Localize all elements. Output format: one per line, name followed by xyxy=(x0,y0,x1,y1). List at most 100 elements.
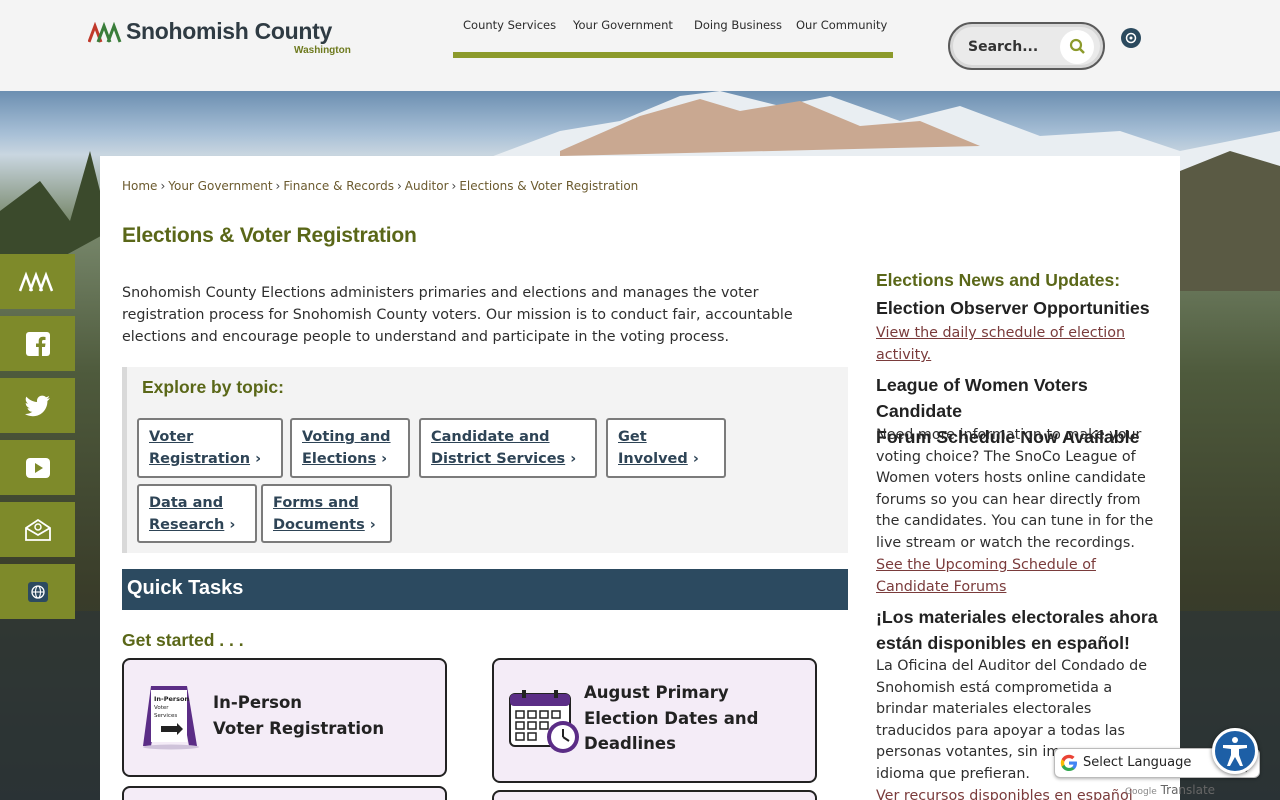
twitter-icon xyxy=(24,395,50,416)
social-home[interactable] xyxy=(0,254,75,309)
news-body: Need more information to make your votin… xyxy=(876,425,1161,555)
logo-subtitle: Washington xyxy=(294,45,351,56)
topic-label: Documents xyxy=(273,517,365,533)
accessibility-button[interactable] xyxy=(1212,728,1258,774)
topic-label: Voter xyxy=(149,429,194,445)
news-link-line: See the Upcoming Schedule of xyxy=(876,557,1096,573)
news-body-line: Need more information to make your xyxy=(876,427,1142,443)
site-header: Snohomish County Washington County Servi… xyxy=(0,0,1280,91)
news-body-line: idioma que prefieran. xyxy=(876,765,1030,782)
topic-label: Elections xyxy=(302,451,377,467)
news-body-line: Snohomish está comprometida a xyxy=(876,679,1113,696)
search-button[interactable] xyxy=(1060,30,1094,64)
intro-text: Snohomish County Elections administers p… xyxy=(122,285,793,345)
social-language[interactable] xyxy=(0,564,75,619)
nav-doing-business[interactable]: Doing Business xyxy=(694,18,782,32)
news-body-line: personas votantes, sin im xyxy=(876,744,1061,761)
breadcrumb-auditor[interactable]: Auditor xyxy=(405,179,449,193)
social-youtube[interactable] xyxy=(0,440,75,495)
svg-text:Voter: Voter xyxy=(154,705,169,711)
topic-voting-elections[interactable]: Voting and Elections › xyxy=(290,418,410,478)
explore-by-topic: Explore by topic: Voter Registration › V… xyxy=(122,367,848,553)
quick-tasks-header: Quick Tasks xyxy=(122,569,848,610)
get-started-label: Get started . . . xyxy=(122,630,244,650)
topic-label: Forms and xyxy=(273,495,359,511)
page-title: Elections & Voter Registration xyxy=(122,224,417,247)
main-content: Home › Your Government › Finance & Records › A… xyxy=(100,156,1180,800)
breadcrumb: Home › Your Government › Finance & Records › A… xyxy=(122,179,639,193)
svg-text:Services: Services xyxy=(154,713,177,719)
task-card-partial[interactable] xyxy=(492,790,817,800)
topic-label: Get xyxy=(618,429,647,445)
trees-icon xyxy=(18,270,53,291)
topic-label: Candidate and xyxy=(431,429,550,445)
task-august-primary[interactable]: August Primary Election Dates and Deadli… xyxy=(492,658,817,783)
news-heading: Elections News and Updates: xyxy=(876,270,1121,290)
news-link-line: Candidate Forums xyxy=(876,579,1007,595)
nav-county-services[interactable]: County Services xyxy=(463,18,556,32)
task-label-line: Election Dates and xyxy=(584,708,759,728)
news-link[interactable]: View the daily schedule of election acti… xyxy=(876,322,1161,366)
google-g-icon xyxy=(1060,754,1077,771)
topic-forms-documents[interactable]: Forms and Documents › xyxy=(261,484,392,543)
topic-candidate-district[interactable]: Candidate and District Services › xyxy=(419,418,597,478)
task-in-person-registration[interactable]: In-Person Voter Services In-Person Voter… xyxy=(122,658,447,777)
news-link[interactable]: Ver recursos disponibles en español xyxy=(876,785,1161,800)
youtube-icon xyxy=(25,457,50,478)
task-label: In-Person Voter Registration xyxy=(213,690,384,741)
powered-by-google[interactable]: Google Translate xyxy=(1125,783,1215,797)
task-label: August Primary Election Dates and Deadli… xyxy=(584,680,758,757)
news-title-line: League of Women Voters Candidate xyxy=(876,375,1088,421)
topic-label: Registration xyxy=(149,451,251,467)
search-input[interactable]: Search... xyxy=(968,39,1038,55)
news-link-line: View the daily schedule of election xyxy=(876,325,1126,341)
news-body-line: Women voters hosts online candidate xyxy=(876,470,1146,487)
powered-by-label: Translate xyxy=(1160,783,1216,797)
news-body-line: La Oficina del Auditor del Condado de xyxy=(876,658,1148,674)
topic-data-research[interactable]: Data and Research › xyxy=(137,484,257,543)
news-link[interactable]: See the Upcoming Schedule of Candidate F… xyxy=(876,554,1161,598)
social-facebook[interactable] xyxy=(0,316,75,371)
task-label-line: In-Person xyxy=(213,693,303,712)
task-label-line: August Primary xyxy=(584,683,729,702)
language-select-label: Select Language xyxy=(1083,755,1192,770)
search-box[interactable]: Search... xyxy=(948,22,1105,70)
topic-voter-registration[interactable]: Voter Registration › xyxy=(137,418,283,478)
breadcrumb-your-government[interactable]: Your Government xyxy=(168,179,272,193)
news-body-line: brindar materiales electorales xyxy=(876,701,1092,718)
logo-name: Snohomish County xyxy=(126,18,333,44)
task-label-line: Voter Registration xyxy=(213,718,385,738)
news-title-line: Election Observer Opportunities xyxy=(876,298,1150,318)
email-icon xyxy=(24,518,51,541)
topic-label: Involved xyxy=(618,451,688,467)
gear-icon[interactable] xyxy=(1121,28,1141,48)
county-logo[interactable]: Snohomish County Washington xyxy=(88,18,368,60)
explore-title: Explore by topic: xyxy=(142,377,284,397)
news-body-line: the candidates. You can tune in for the xyxy=(876,513,1154,530)
svg-text:In-Person: In-Person xyxy=(154,695,189,703)
nav-our-community[interactable]: Our Community xyxy=(796,18,887,32)
main-nav: County Services Your Government Doing Bu… xyxy=(453,0,893,58)
news-body-line: traducidos para apoyar a todas las xyxy=(876,722,1125,739)
breadcrumb-home[interactable]: Home xyxy=(122,179,157,193)
news-title[interactable]: ¡Los materiales electorales ahora están … xyxy=(876,604,1166,656)
news-title-line: están disponibles en español! xyxy=(876,633,1130,653)
news-title-line: ¡Los materiales electorales ahora xyxy=(876,607,1158,627)
nav-your-government[interactable]: Your Government xyxy=(573,18,673,32)
topic-label: Data and xyxy=(149,495,224,511)
facebook-icon xyxy=(25,331,50,356)
news-body-line: voting choice? The SnoCo League of xyxy=(876,448,1136,465)
trees-logo-icon xyxy=(88,22,122,43)
task-card-partial[interactable] xyxy=(122,786,447,800)
social-twitter[interactable] xyxy=(0,378,75,433)
news-link-line: activity. xyxy=(876,347,932,363)
news-title[interactable]: Election Observer Opportunities xyxy=(876,295,1166,321)
search-icon xyxy=(1069,38,1085,54)
social-email[interactable] xyxy=(0,502,75,557)
breadcrumb-current[interactable]: Elections & Voter Registration xyxy=(459,179,638,193)
topic-get-involved[interactable]: Get Involved › xyxy=(606,418,726,478)
voter-sign-icon: In-Person Voter Services xyxy=(143,686,199,750)
task-label-line: Deadlines xyxy=(584,734,676,753)
google-wordmark: Google xyxy=(1125,787,1157,797)
breadcrumb-finance-records[interactable]: Finance & Records xyxy=(283,179,394,193)
